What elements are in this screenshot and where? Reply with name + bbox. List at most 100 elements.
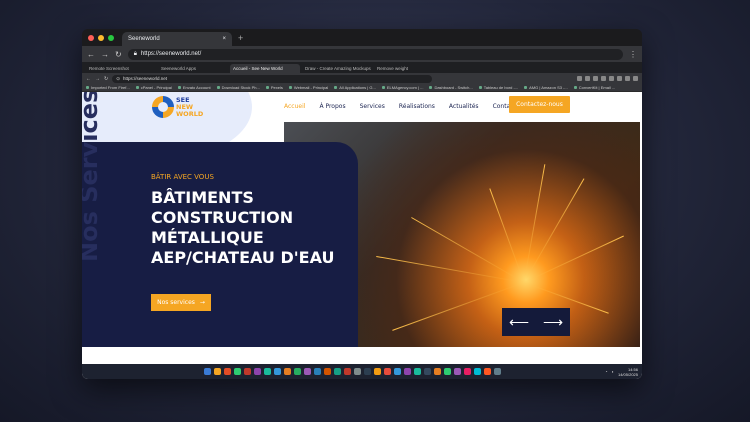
inner-tab-label: Remote Screenshot — [89, 66, 129, 71]
bookmark-item[interactable]: AMG | Amazon S3 -... — [524, 85, 568, 90]
close-window-button[interactable] — [88, 34, 94, 41]
bookmark-item[interactable]: Envato Account — [178, 85, 211, 90]
gear-logo-icon — [152, 96, 174, 118]
taskbar-app-icon[interactable] — [334, 368, 342, 375]
inner-tab-label: Draw - Create Amazing Mockups — [305, 66, 371, 71]
taskbar-app-icon[interactable] — [424, 368, 432, 375]
inner-tab[interactable]: Remote Screenshot — [86, 64, 156, 73]
taskbar-app-icon[interactable] — [324, 368, 332, 375]
taskbar-app-icon[interactable] — [394, 368, 402, 375]
taskbar-app-icon[interactable] — [454, 368, 462, 375]
bookmark-item[interactable]: Dashboard - Switch... — [429, 85, 472, 90]
slider-controls: ⟵ ⟶ — [502, 308, 570, 336]
taskbar-app-icon[interactable] — [354, 368, 362, 375]
taskbar-app-icon[interactable] — [494, 368, 502, 375]
hero-title-line: MÉTALLIQUE — [151, 228, 264, 247]
taskbar-app-icon[interactable] — [294, 368, 302, 375]
services-button[interactable]: Nos services → — [151, 294, 211, 311]
nav-accueil[interactable]: Accueil — [284, 103, 305, 110]
inner-back-button[interactable]: ← — [86, 76, 91, 82]
extension-icon[interactable] — [617, 76, 622, 81]
taskbar-app-icon[interactable] — [254, 368, 262, 375]
inner-address-bar[interactable]: ⊙ https://seeneworld.net — [112, 74, 433, 83]
nav-actualites[interactable]: Actualités — [449, 103, 479, 110]
bookmark-item[interactable]: Tableau de bord -... — [479, 85, 518, 90]
taskbar-app-icon[interactable] — [364, 368, 372, 375]
outer-address-bar[interactable]: 🔒︎ https://seeneworld.net/ — [127, 48, 623, 60]
taskbar-app-icon[interactable] — [464, 368, 472, 375]
clock[interactable]: 14:56 14/05/2025 — [618, 367, 638, 377]
inner-tab[interactable]: Remove weight — [374, 64, 444, 73]
taskbar-app-icon[interactable] — [214, 368, 222, 375]
contact-button[interactable]: Contactez-nous — [509, 96, 570, 113]
extension-icon[interactable] — [609, 76, 614, 81]
taskbar-app-icon[interactable] — [244, 368, 252, 375]
vertical-watermark: Nos Services — [82, 92, 103, 262]
taskbar-app-icon[interactable] — [264, 368, 272, 375]
bookmark-item[interactable]: ConvertKit | Email ... — [574, 85, 615, 90]
inner-tab-label: Accueil - See New World — [233, 66, 283, 71]
close-tab-icon[interactable]: × — [222, 36, 226, 42]
windows-taskbar: ◔ ◖ 14:56 14/05/2025 — [82, 364, 642, 379]
bookmark-item[interactable]: Webmail - Principal — [289, 85, 328, 90]
taskbar-app-icon[interactable] — [444, 368, 452, 375]
volume-icon[interactable]: ◖ — [612, 369, 614, 374]
wifi-icon[interactable]: ◔ — [605, 369, 607, 374]
nav-services[interactable]: Services — [360, 103, 385, 110]
slider-next-arrow-icon[interactable]: ⟶ — [543, 314, 563, 331]
taskbar-app-icon[interactable] — [474, 368, 482, 375]
outer-tab-title: Seeneworld — [128, 36, 160, 42]
site-logo[interactable]: SEE NEW WORLD — [152, 96, 203, 118]
slider-prev-arrow-icon[interactable]: ⟵ — [509, 314, 529, 331]
taskbar-app-icon[interactable] — [434, 368, 442, 375]
reload-button[interactable]: ↻ — [115, 50, 122, 59]
inner-tab-strip: Remote Screenshot Seeneworld Apps Accuei… — [82, 62, 642, 73]
spark — [489, 188, 525, 283]
hero-title: BÂTIMENTS CONSTRUCTION MÉTALLIQUE AEP/CH… — [151, 188, 351, 268]
bookmark-item[interactable]: Imported From Firef... — [86, 85, 130, 90]
inner-forward-button[interactable]: → — [95, 76, 100, 82]
new-tab-button[interactable]: + — [238, 33, 243, 43]
minimize-window-button[interactable] — [98, 34, 104, 41]
maximize-window-button[interactable] — [108, 34, 114, 41]
extension-icon[interactable] — [633, 76, 638, 81]
bookmark-item[interactable]: Pexels — [266, 85, 283, 90]
inner-tab[interactable]: Draw - Create Amazing Mockups — [302, 64, 372, 73]
bookmark-item[interactable]: All Applications | G... — [334, 85, 376, 90]
menu-button[interactable]: ⋮ — [629, 50, 637, 59]
taskbar-app-icon[interactable] — [284, 368, 292, 375]
taskbar-app-icon[interactable] — [484, 368, 492, 375]
bookmark-item[interactable]: Download Stock Ph... — [217, 85, 260, 90]
inner-reload-button[interactable]: ↻ — [104, 76, 108, 82]
taskbar-app-icon[interactable] — [314, 368, 322, 375]
inner-toolbar: ← → ↻ ⊙ https://seeneworld.net — [82, 73, 642, 84]
back-button[interactable]: ← — [87, 50, 95, 59]
extension-icon[interactable] — [625, 76, 630, 81]
taskbar-app-icon[interactable] — [344, 368, 352, 375]
taskbar-app-icon[interactable] — [224, 368, 232, 375]
taskbar-app-icon[interactable] — [234, 368, 242, 375]
extension-icon[interactable] — [585, 76, 590, 81]
nav-a-propos[interactable]: À Propos — [319, 103, 345, 110]
nav-realisations[interactable]: Réalisations — [399, 103, 435, 110]
taskbar-app-icon[interactable] — [304, 368, 312, 375]
hero-panel: Nos Services BÂTIR AVEC VOUS BÂTIMENTS C… — [82, 92, 358, 347]
taskbar-app-icon[interactable] — [374, 368, 382, 375]
spark — [523, 235, 624, 283]
extension-icons — [577, 76, 638, 81]
forward-button[interactable]: → — [101, 50, 109, 59]
extension-icon[interactable] — [601, 76, 606, 81]
taskbar-app-icon[interactable] — [414, 368, 422, 375]
extension-icon[interactable] — [593, 76, 598, 81]
inner-tab[interactable]: Seeneworld Apps — [158, 64, 228, 73]
inner-browser-window: Remote Screenshot Seeneworld Apps Accuei… — [82, 62, 642, 379]
taskbar-app-icon[interactable] — [204, 368, 212, 375]
inner-tab-active[interactable]: Accueil - See New World — [230, 64, 300, 73]
bookmark-item[interactable]: cPanel - Principal — [136, 85, 172, 90]
taskbar-app-icon[interactable] — [384, 368, 392, 375]
taskbar-app-icon[interactable] — [404, 368, 412, 375]
taskbar-app-icon[interactable] — [274, 368, 282, 375]
bookmark-item[interactable]: ELMAgency.com | ... — [382, 85, 424, 90]
extension-icon[interactable] — [577, 76, 582, 81]
outer-active-tab[interactable]: Seeneworld × — [122, 32, 232, 46]
